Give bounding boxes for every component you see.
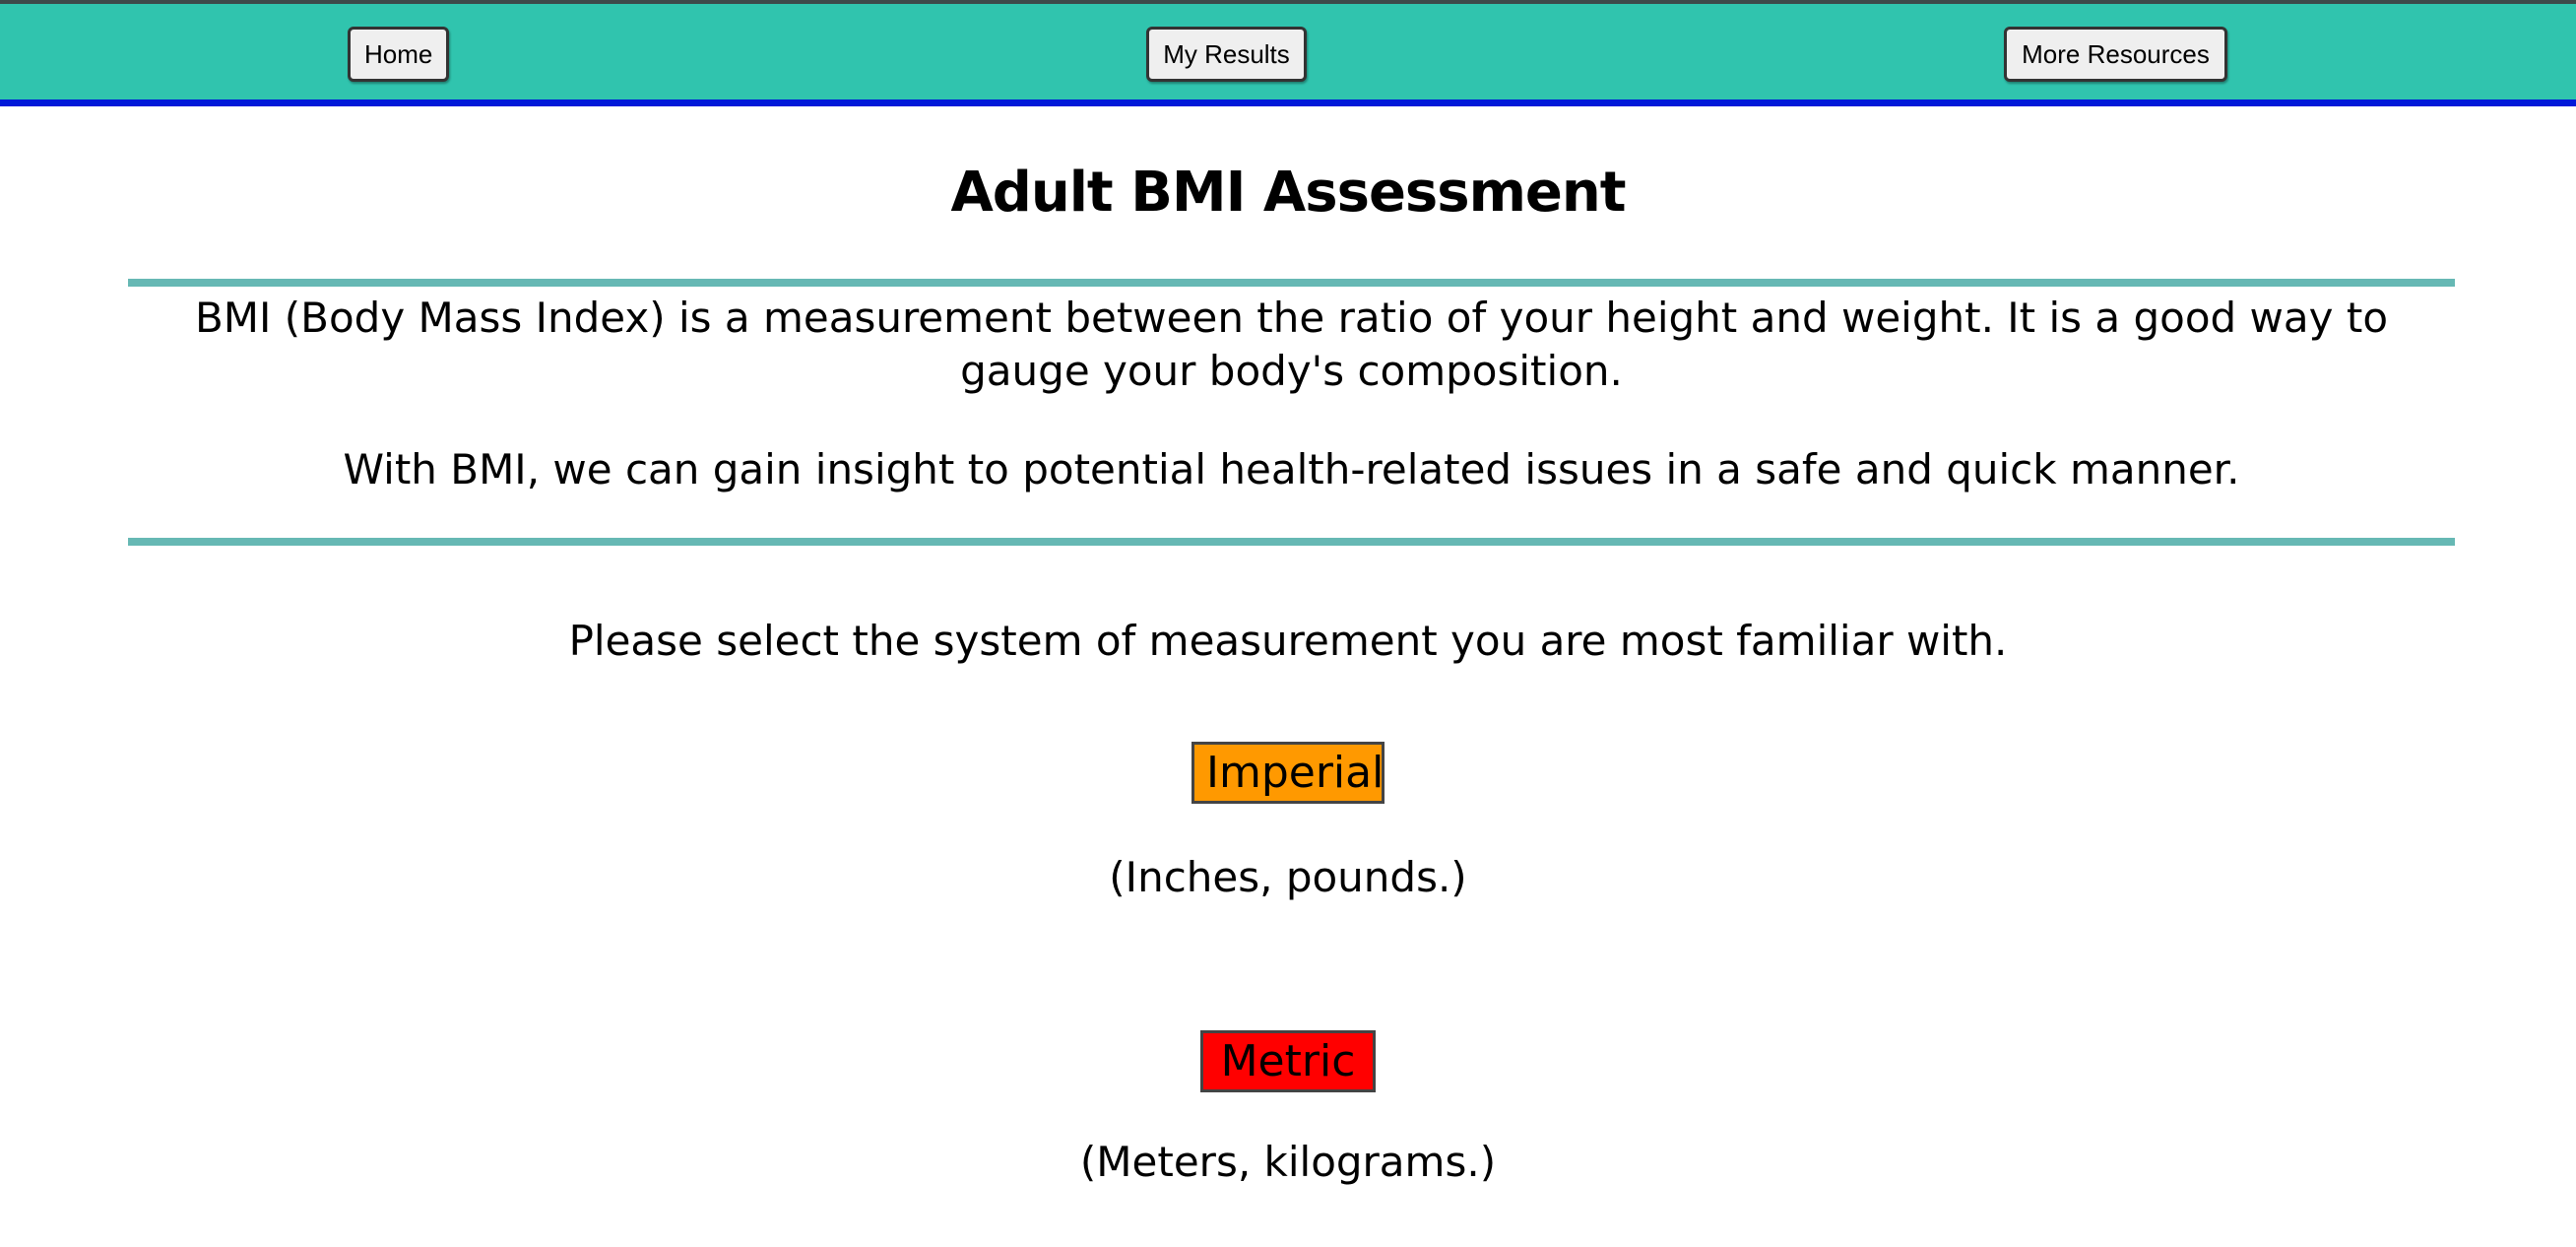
intro-paragraph-bmi-definition: BMI (Body Mass Index) is a measurement b… bbox=[194, 294, 2389, 395]
measurement-system-prompt: Please select the system of measurement … bbox=[568, 617, 2008, 665]
page-title: Adult BMI Assessment bbox=[950, 161, 1626, 225]
metric-button[interactable]: Metric bbox=[1200, 1030, 1376, 1092]
divider-top bbox=[128, 279, 2455, 287]
intro-paragraph-bmi-insight: With BMI, we can gain insight to potenti… bbox=[343, 445, 2240, 493]
divider-bottom bbox=[128, 538, 2455, 546]
home-button[interactable]: Home bbox=[348, 27, 449, 82]
metric-units-note: (Meters, kilograms.) bbox=[1079, 1138, 1497, 1186]
my-results-button[interactable]: My Results bbox=[1146, 27, 1307, 82]
more-resources-button[interactable]: More Resources bbox=[2004, 27, 2227, 82]
imperial-button[interactable]: Imperial bbox=[1191, 742, 1385, 804]
imperial-units-note: (Inches, pounds.) bbox=[1109, 853, 1467, 901]
top-navbar: Home My Results More Resources bbox=[0, 0, 2576, 106]
